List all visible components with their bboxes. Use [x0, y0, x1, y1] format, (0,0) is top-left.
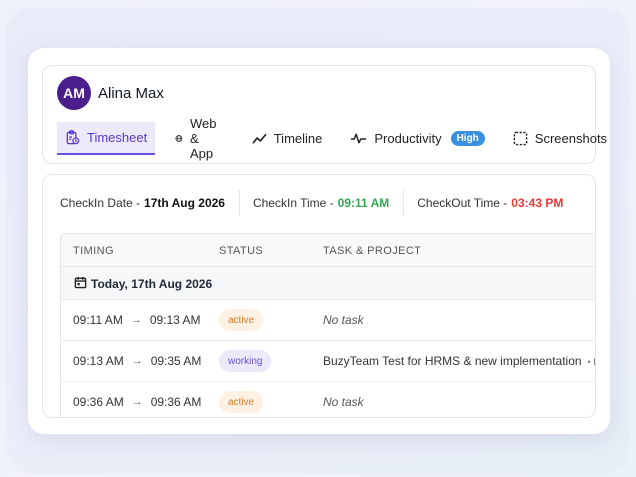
tab-productivity[interactable]: Productivity High	[342, 122, 492, 155]
checkin-date: CheckIn Date - 17th Aug 2026	[60, 190, 239, 216]
pulse-icon	[351, 133, 367, 144]
user-header-panel: AM Alina Max Timesheet Web & App Timelin…	[42, 65, 607, 164]
status-badge: active	[219, 309, 264, 331]
task-project: BuzyTeam Test for HRMS & new implementat…	[323, 354, 595, 368]
timesheet-card: AM Alina Max Timesheet Web & App Timelin…	[28, 48, 610, 434]
timesheet-table: TIMING STATUS TASK & PROJECT Today, 17th…	[60, 233, 595, 417]
tab-timeline[interactable]: Timeline	[244, 122, 331, 155]
checkin-time-label: CheckIn Time -	[252, 196, 334, 210]
tab-web-app[interactable]: Web & App	[167, 116, 232, 161]
tab-label: Timeline	[273, 131, 323, 146]
productivity-level-badge: High	[450, 131, 485, 146]
checkin-time-value: 09:11 AM	[337, 196, 390, 210]
checkin-date-value: 17th Aug 2026	[144, 196, 225, 210]
checkout-time-value: 03:43 PM	[511, 196, 564, 210]
tab-screenshots[interactable]: Screenshots	[505, 122, 610, 155]
status-badge: active	[219, 391, 264, 413]
tab-label: Web & App	[190, 116, 217, 161]
task-name: BuzyTeam Test for HRMS & new implementat…	[323, 354, 582, 368]
start-time: 09:13 AM	[73, 354, 124, 368]
table-row[interactable]: 09:11 AM → 09:13 AM active No task	[61, 300, 595, 341]
table-row[interactable]: 09:13 AM → 09:35 AM working BuzyTeam Tes…	[61, 341, 595, 382]
start-time: 09:36 AM	[73, 395, 124, 409]
arrow-right-icon: →	[131, 355, 143, 367]
globe-icon	[175, 135, 183, 142]
timing-range: 09:11 AM → 09:13 AM	[73, 313, 201, 327]
avatar: AM	[57, 76, 91, 110]
arrow-right-icon: →	[131, 396, 143, 408]
checkout-time-label: CheckOut Time -	[417, 196, 508, 210]
user-name: Alina Max	[98, 85, 164, 102]
project-name: • Buzy T	[587, 357, 595, 367]
screenshot-frame-icon	[513, 131, 528, 146]
header-status: STATUS	[219, 245, 264, 257]
checkin-date-label: CheckIn Date -	[60, 196, 141, 210]
end-time: 09:13 AM	[149, 313, 201, 327]
date-group-label: Today, 17th Aug 2026	[91, 277, 213, 291]
timing-range: 09:36 AM → 09:36 AM	[73, 395, 201, 409]
start-time: 09:11 AM	[73, 313, 123, 327]
tab-label: Screenshots	[534, 131, 608, 146]
date-group-row[interactable]: Today, 17th Aug 2026	[61, 267, 595, 300]
checkin-time: CheckIn Time - 09:11 AM	[238, 190, 403, 216]
status-badge: working	[219, 350, 272, 372]
table-header: TIMING STATUS TASK & PROJECT	[61, 234, 595, 267]
timesheet-panel: CheckIn Date - 17th Aug 2026 CheckIn Tim…	[42, 174, 596, 418]
arrow-right-icon: →	[130, 314, 142, 326]
tab-bar: Timesheet Web & App Timeline Productivit…	[57, 116, 610, 161]
calendar-icon	[74, 276, 87, 289]
task-name: No task	[323, 395, 364, 409]
timing-range: 09:13 AM → 09:35 AM	[73, 354, 201, 368]
header-task-project: TASK & PROJECT	[323, 245, 422, 257]
header-timing: TIMING	[73, 245, 114, 257]
checkout-time: CheckOut Time - 03:43 PM	[403, 190, 577, 216]
tab-timesheet[interactable]: Timesheet	[57, 122, 156, 155]
table-row[interactable]: 09:36 AM → 09:36 AM active No task	[61, 382, 595, 417]
tab-label: Productivity	[374, 131, 442, 146]
trend-line-icon	[252, 133, 267, 144]
end-time: 09:36 AM	[150, 395, 202, 409]
task-name: No task	[323, 313, 364, 327]
end-time: 09:35 AM	[150, 354, 202, 368]
clipboard-icon	[66, 130, 80, 145]
tab-label: Timesheet	[87, 130, 148, 145]
check-summary: CheckIn Date - 17th Aug 2026 CheckIn Tim…	[60, 190, 577, 216]
